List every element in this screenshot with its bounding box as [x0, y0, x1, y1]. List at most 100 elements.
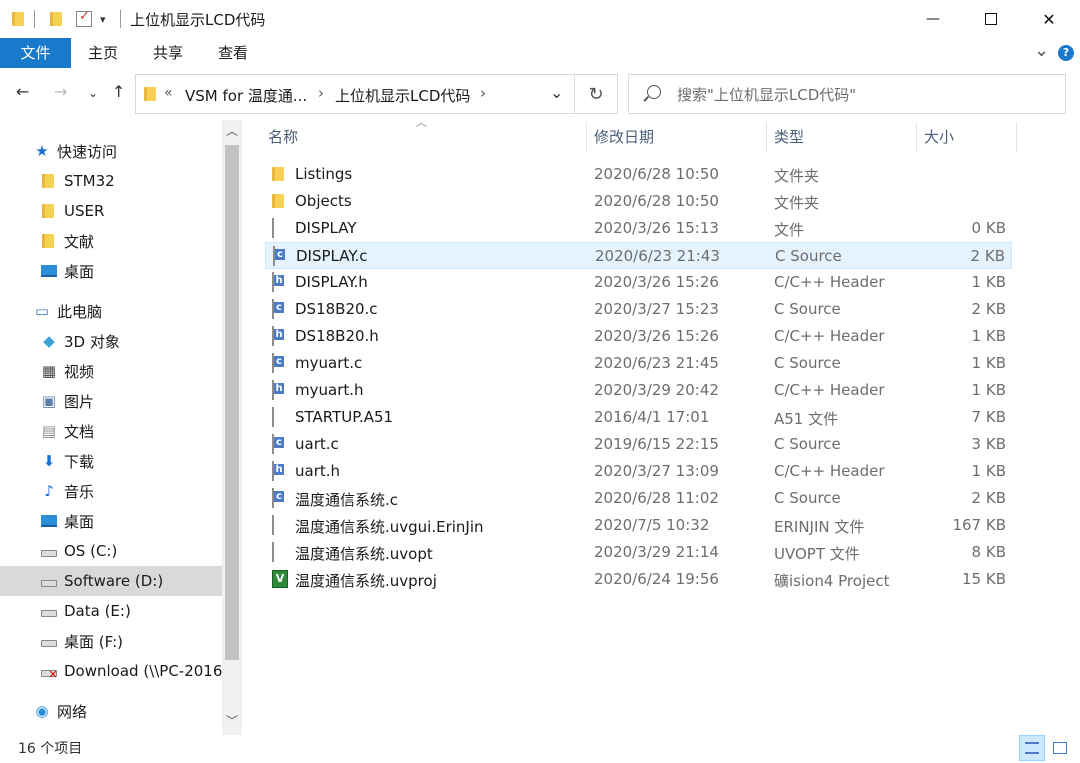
sidebar-item-label: USER: [64, 202, 105, 220]
folder-icon: [272, 165, 288, 183]
breadcrumb-current[interactable]: 上位机显示LCD代码: [335, 85, 470, 106]
file-type: C Source: [774, 435, 841, 453]
folder-icon[interactable]: [12, 9, 26, 29]
sidebar-item[interactable]: ★ 快速访问: [0, 136, 222, 166]
search-box[interactable]: [628, 74, 1066, 114]
sidebar-item[interactable]: ◉ 网络: [0, 696, 222, 726]
sidebar-item[interactable]: ◆ 3D 对象: [0, 326, 222, 356]
file-name: 温度通信系统.c: [295, 491, 399, 509]
file-row[interactable]: DISPLAY 2020/3/26 15:13 文件 0 KB: [265, 215, 1012, 242]
details-view-icon: [1025, 742, 1039, 754]
tab-file[interactable]: 文件: [0, 38, 71, 68]
sidebar-item[interactable]: 桌面: [0, 256, 222, 286]
file-date: 2020/3/26 15:26: [594, 273, 719, 291]
scroll-up-icon[interactable]: ︿: [226, 122, 238, 139]
tab-view[interactable]: 查看: [204, 38, 262, 68]
sidebar-item-label: 视频: [64, 362, 95, 381]
nav-scrollbar-thumb[interactable]: [225, 145, 239, 660]
sidebar-item[interactable]: STM32: [0, 166, 222, 196]
sidebar-item[interactable]: ▤ 文档: [0, 416, 222, 446]
file-row[interactable]: Listings 2020/6/28 10:50 文件夹: [265, 161, 1012, 188]
divider[interactable]: [586, 122, 587, 152]
sidebar-item[interactable]: ✕ Download (\\PC-2016: [0, 656, 222, 686]
column-header-size[interactable]: 大小: [924, 120, 954, 154]
sidebar-item[interactable]: 桌面 (F:): [0, 626, 222, 656]
file-date: 2016/4/1 17:01: [594, 408, 710, 426]
maximize-button[interactable]: [962, 0, 1020, 38]
file-row[interactable]: c 温度通信系统.c 2020/6/28 11:02 C Source 2 KB: [265, 485, 1012, 512]
breadcrumb-separator-icon[interactable]: ›: [480, 84, 486, 102]
file-row[interactable]: STARTUP.A51 2016/4/1 17:01 A51 文件 7 KB: [265, 404, 1012, 431]
file-size: 8 KB: [971, 543, 1006, 561]
file-row[interactable]: Objects 2020/6/28 10:50 文件夹: [265, 188, 1012, 215]
file-name: DISPLAY.h: [295, 273, 368, 291]
new-folder-icon[interactable]: [50, 9, 64, 29]
file-row[interactable]: 温度通信系统.uvopt 2020/3/29 21:14 UVOPT 文件 8 KB: [265, 539, 1012, 566]
column-header-date[interactable]: 修改日期: [594, 120, 654, 154]
customize-quick-access-icon[interactable]: ▾: [100, 9, 106, 29]
details-view-button[interactable]: [1019, 735, 1045, 761]
file-row[interactable]: c uart.c 2019/6/15 22:15 C Source 3 KB: [265, 431, 1012, 458]
minimize-button[interactable]: —: [904, 0, 962, 38]
sidebar-item[interactable]: ▦ 视频: [0, 356, 222, 386]
divider[interactable]: [916, 122, 917, 152]
search-input[interactable]: [677, 84, 1047, 106]
large-icons-view-button[interactable]: [1047, 735, 1073, 761]
file-row[interactable]: 温度通信系统.uvgui.ErinJin 2020/7/5 10:32 ERINJI…: [265, 512, 1012, 539]
file-row[interactable]: V 温度通信系统.uvproj 2020/6/24 19:56 礦ision4 Pro…: [265, 566, 1012, 593]
properties-icon[interactable]: [76, 9, 92, 29]
sidebar-item[interactable]: ⬇ 下载: [0, 446, 222, 476]
forward-arrow-icon[interactable]: →: [54, 82, 67, 101]
folder-icon: [40, 232, 58, 250]
breadcrumb-item[interactable]: VSM for 温度通...: [185, 85, 307, 106]
sidebar-item-label: Data (E:): [64, 602, 131, 620]
nav-scrollbar[interactable]: ︿ ﹀: [222, 120, 242, 735]
sidebar-item[interactable]: ▭ 此电脑: [0, 296, 222, 326]
folder-icon: [40, 202, 58, 220]
column-header-name[interactable]: 名称: [268, 120, 298, 154]
cube-icon: ◆: [43, 332, 55, 350]
file-row[interactable]: h DISPLAY.h 2020/3/26 15:26 C/C++ Header 1 K…: [265, 269, 1012, 296]
expand-ribbon-icon[interactable]: ⌄: [1034, 40, 1049, 61]
file-date: 2020/6/28 10:50: [594, 192, 719, 210]
back-arrow-icon[interactable]: ←: [16, 82, 29, 101]
file-row[interactable]: c DISPLAY.c 2020/6/23 21:43 C Source 2 KB: [265, 242, 1012, 269]
sidebar-item-label: Software (D:): [64, 572, 164, 590]
scroll-down-icon[interactable]: ﹀: [226, 712, 238, 729]
file-row[interactable]: h uart.h 2020/3/27 13:09 C/C++ Header 1 KB: [265, 458, 1012, 485]
sort-ascending-icon: ︿: [416, 116, 427, 129]
sidebar-item[interactable]: OS (C:): [0, 536, 222, 566]
breadcrumb-separator-icon[interactable]: ›: [318, 84, 324, 102]
c-header-icon: h: [272, 326, 288, 346]
breadcrumb-overflow[interactable]: «: [164, 85, 173, 101]
recent-locations-icon[interactable]: ⌄: [88, 86, 98, 100]
tab-home[interactable]: 主页: [74, 38, 132, 68]
up-arrow-icon[interactable]: ↑: [112, 82, 125, 101]
sidebar-item[interactable]: Data (E:): [0, 596, 222, 626]
address-dropdown-icon[interactable]: ⌄: [550, 83, 563, 102]
file-row[interactable]: h myuart.h 2020/3/29 20:42 C/C++ Header 1 KB: [265, 377, 1012, 404]
file-row[interactable]: c myuart.c 2020/6/23 21:45 C Source 1 KB: [265, 350, 1012, 377]
sidebar-item[interactable]: 文献: [0, 226, 222, 256]
divider[interactable]: [766, 122, 767, 152]
file-name: DS18B20.c: [295, 300, 378, 318]
address-bar[interactable]: « VSM for 温度通... › 上位机显示LCD代码 › ⌄: [135, 74, 575, 114]
tab-share[interactable]: 共享: [139, 38, 197, 68]
refresh-button[interactable]: ↻: [575, 74, 618, 114]
folder-icon: [272, 192, 288, 210]
c-source-icon: c: [273, 246, 289, 266]
close-button[interactable]: ✕: [1020, 0, 1078, 38]
sidebar-item[interactable]: 桌面: [0, 506, 222, 536]
sidebar-item[interactable]: ♪ 音乐: [0, 476, 222, 506]
help-icon[interactable]: ?: [1058, 45, 1074, 61]
file-row[interactable]: h DS18B20.h 2020/3/26 15:26 C/C++ Header 1 K…: [265, 323, 1012, 350]
blank-file-icon: [272, 542, 288, 562]
file-row[interactable]: c DS18B20.c 2020/3/27 15:23 C Source 2 KB: [265, 296, 1012, 323]
sidebar-item[interactable]: Software (D:): [0, 566, 222, 596]
column-header-type[interactable]: 类型: [774, 120, 804, 154]
maximize-icon: [985, 13, 997, 25]
divider[interactable]: [1016, 122, 1017, 152]
uvision-project-icon: V: [272, 570, 288, 588]
sidebar-item[interactable]: ▣ 图片: [0, 386, 222, 416]
sidebar-item[interactable]: USER: [0, 196, 222, 226]
